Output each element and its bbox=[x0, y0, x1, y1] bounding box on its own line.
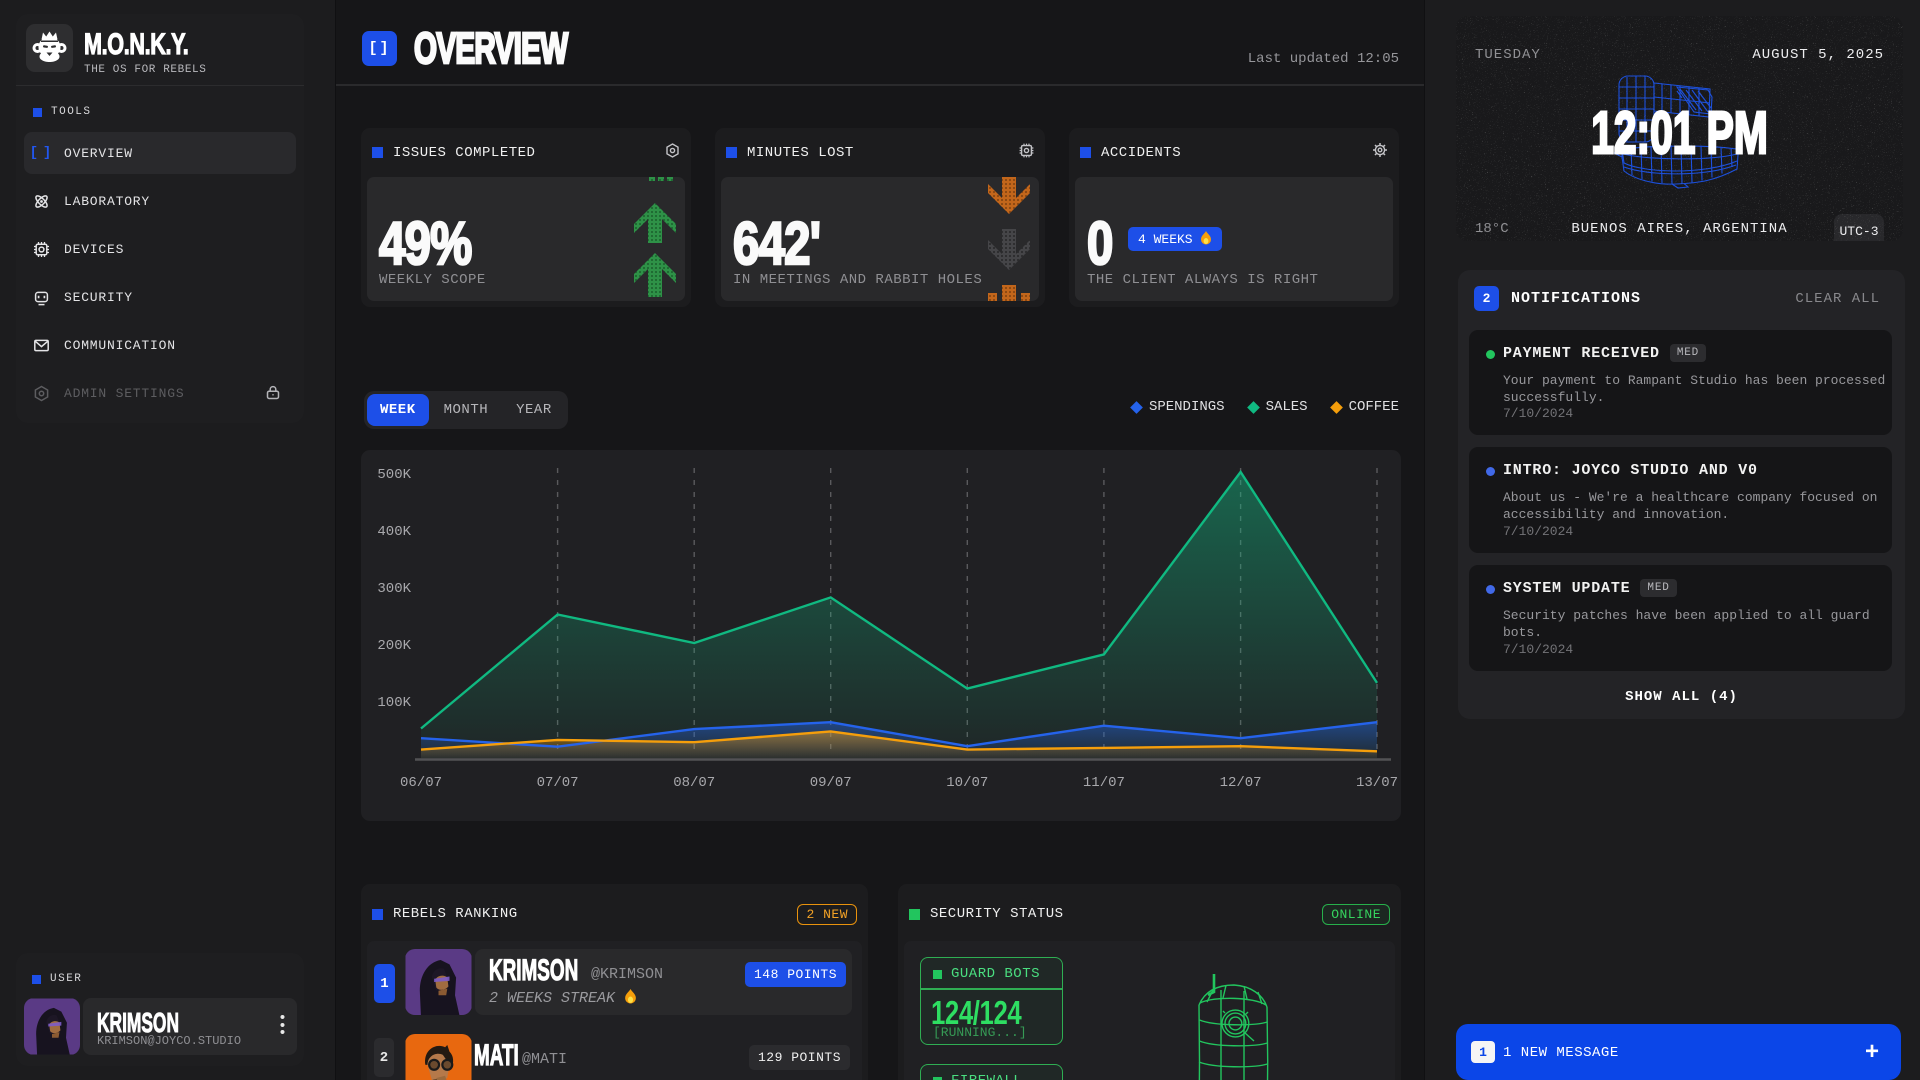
svg-text:10/07: 10/07 bbox=[946, 775, 988, 791]
svg-text:300K: 300K bbox=[377, 581, 411, 597]
svg-text:07/07: 07/07 bbox=[537, 775, 579, 791]
svg-text:13/07: 13/07 bbox=[1356, 775, 1398, 791]
svg-text:08/07: 08/07 bbox=[673, 775, 715, 791]
svg-text:400K: 400K bbox=[377, 524, 411, 540]
svg-text:06/07: 06/07 bbox=[400, 775, 442, 791]
svg-text:09/07: 09/07 bbox=[810, 775, 852, 791]
svg-text:500K: 500K bbox=[377, 467, 411, 483]
svg-text:100K: 100K bbox=[377, 695, 411, 711]
svg-text:12/07: 12/07 bbox=[1220, 775, 1262, 791]
svg-text:200K: 200K bbox=[377, 638, 411, 654]
svg-text:11/07: 11/07 bbox=[1083, 775, 1125, 791]
